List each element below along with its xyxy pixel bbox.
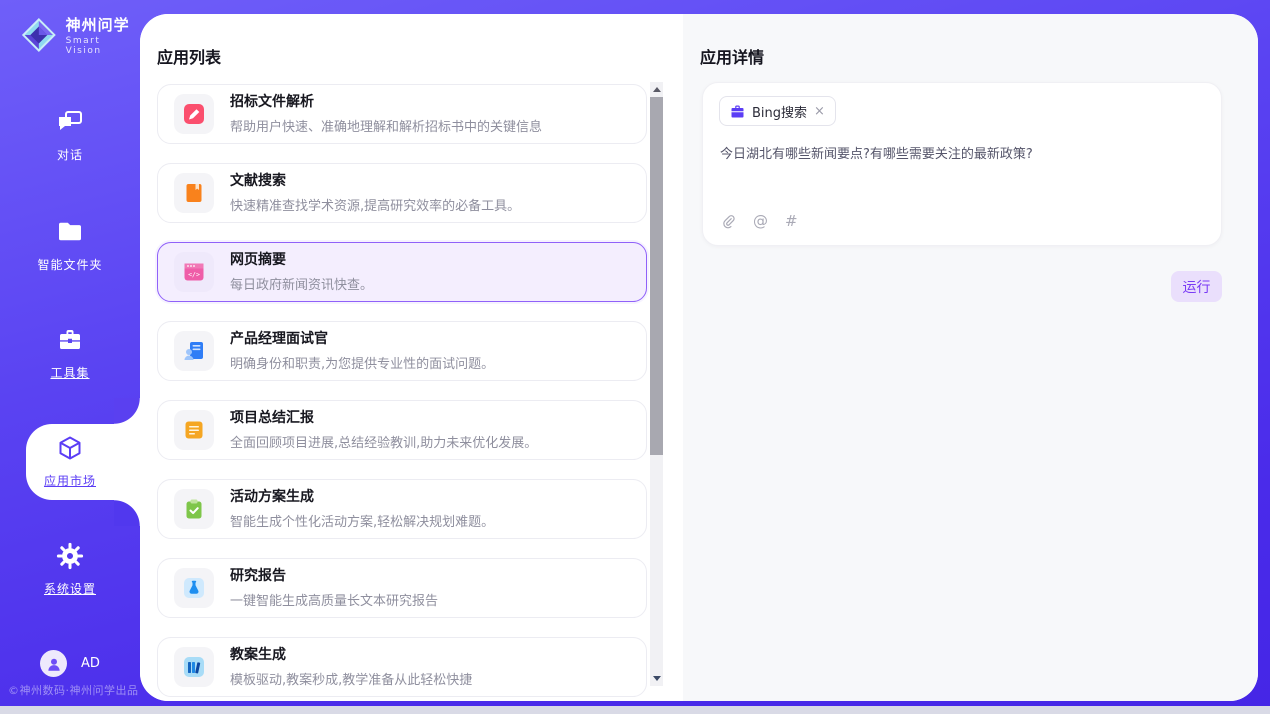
composer-toolbar: @ # <box>720 212 798 230</box>
app-card-title: 研究报告 <box>230 567 630 585</box>
brand-subtitle: Smart Vision <box>66 36 140 56</box>
copyright-text: ©神州数码·神州问学出品 <box>8 682 139 698</box>
app-logo: 神州问学 Smart Vision <box>20 14 140 56</box>
app-card-desc: 智能生成个性化活动方案,轻松解决规划难题。 <box>230 511 630 530</box>
app-card-bid-parse[interactable]: 招标文件解析 帮助用户快速、准确地理解和解析招标书中的关键信息 <box>157 84 647 144</box>
chat-icon <box>56 108 84 136</box>
app-card-project-summary[interactable]: 项目总结汇报 全面回顾项目进展,总结经验教训,助力未来优化发展。 <box>157 400 647 460</box>
app-card-title: 招标文件解析 <box>230 93 630 111</box>
sidebar-item-label: 工具集 <box>0 364 140 381</box>
user-menu[interactable]: AD <box>40 650 100 677</box>
app-list-title: 应用列表 <box>157 44 221 68</box>
attachment-icon[interactable] <box>720 213 736 229</box>
avatar <box>40 650 67 677</box>
app-card-desc: 全面回顾项目进展,总结经验教训,助力未来优化发展。 <box>230 432 630 451</box>
tool-tag-bing-search[interactable]: Bing搜索 × <box>719 96 836 126</box>
app-card-research-report[interactable]: 研究报告 一键智能生成高质量长文本研究报告 <box>157 558 647 618</box>
scroll-down-button[interactable] <box>650 671 663 686</box>
sidebar: 神州问学 Smart Vision 对话 智能文件夹 工具集 <box>0 0 140 714</box>
sidebar-item-chat[interactable]: 对话 <box>0 108 140 163</box>
main-panel: 应用列表 招标文件解析 帮助用户快速、准确地理解和解析招标书中的关键信息 <box>140 14 1258 701</box>
tool-tag-label: Bing搜索 <box>752 102 807 121</box>
folder-icon <box>56 218 84 246</box>
app-card-title: 产品经理面试官 <box>230 330 630 348</box>
scroll-up-button[interactable] <box>650 82 663 97</box>
interviewer-icon <box>174 331 214 371</box>
note-icon <box>174 410 214 450</box>
bottom-strip <box>0 706 1270 714</box>
app-card-desc: 每日政府新闻资讯快查。 <box>230 274 630 293</box>
hash-icon[interactable]: # <box>785 212 798 230</box>
sidebar-item-label: 智能文件夹 <box>0 256 140 273</box>
app-detail-title: 应用详情 <box>700 44 764 68</box>
app-card-title: 项目总结汇报 <box>230 409 630 427</box>
sidebar-item-toolset[interactable]: 工具集 <box>0 326 140 381</box>
web-browser-icon: </> <box>174 252 214 292</box>
sidebar-item-smart-folders[interactable]: 智能文件夹 <box>0 218 140 273</box>
app-card-web-summary[interactable]: </> 网页摘要 每日政府新闻资讯快查。 <box>157 242 647 302</box>
sidebar-item-label: 系统设置 <box>0 580 140 597</box>
app-card-desc: 明确身份和职责,为您提供专业性的面试问题。 <box>230 353 630 372</box>
app-card-lesson-plan[interactable]: 教案生成 模板驱动,教案秒成,教学准备从此轻松快捷 <box>157 637 647 697</box>
app-detail-pane: 应用详情 Bing搜索 × 今日湖北有哪些新闻要点?有哪些需要关注的最新政策? … <box>683 14 1258 701</box>
list-scrollbar[interactable] <box>650 82 663 686</box>
cube-icon <box>56 434 84 462</box>
sidebar-item-label: 应用市场 <box>0 472 140 489</box>
briefcase-icon <box>730 104 745 119</box>
app-card-desc: 快速精准查找学术资源,提高研究效率的必备工具。 <box>230 195 630 214</box>
close-icon[interactable]: × <box>814 105 825 118</box>
prompt-text[interactable]: 今日湖北有哪些新闻要点?有哪些需要关注的最新政策? <box>720 145 1205 165</box>
prompt-composer-card: Bing搜索 × 今日湖北有哪些新闻要点?有哪些需要关注的最新政策? @ # <box>702 82 1222 246</box>
app-card-title: 教案生成 <box>230 646 630 664</box>
run-button[interactable]: 运行 <box>1171 271 1222 302</box>
book-icon <box>174 173 214 213</box>
app-card-literature-search[interactable]: 文献搜索 快速精准查找学术资源,提高研究效率的必备工具。 <box>157 163 647 223</box>
app-card-title: 活动方案生成 <box>230 488 630 506</box>
app-card-pm-interviewer[interactable]: 产品经理面试官 明确身份和职责,为您提供专业性的面试问题。 <box>157 321 647 381</box>
clipboard-icon <box>174 489 214 529</box>
pen-icon <box>174 94 214 134</box>
books-icon <box>174 647 214 687</box>
brand-name: 神州问学 <box>66 14 140 35</box>
scrollbar-thumb[interactable] <box>650 97 663 455</box>
app-list-pane: 应用列表 招标文件解析 帮助用户快速、准确地理解和解析招标书中的关键信息 <box>140 14 683 701</box>
sidebar-item-settings[interactable]: 系统设置 <box>0 542 140 597</box>
toolbox-icon <box>56 326 84 354</box>
research-icon <box>174 568 214 608</box>
sidebar-item-label: 对话 <box>0 146 140 163</box>
app-card-event-plan[interactable]: 活动方案生成 智能生成个性化活动方案,轻松解决规划难题。 <box>157 479 647 539</box>
app-card-title: 网页摘要 <box>230 251 630 269</box>
app-card-title: 文献搜索 <box>230 172 630 190</box>
app-card-list: 招标文件解析 帮助用户快速、准确地理解和解析招标书中的关键信息 文献搜索 快速精… <box>157 84 647 701</box>
app-card-desc: 模板驱动,教案秒成,教学准备从此轻松快捷 <box>230 669 630 688</box>
mention-icon[interactable]: @ <box>753 212 768 230</box>
app-card-desc: 一键智能生成高质量长文本研究报告 <box>230 590 630 609</box>
user-initials: AD <box>81 656 100 671</box>
sidebar-item-app-market[interactable]: 应用市场 <box>0 434 140 489</box>
svg-text:</>: </> <box>188 271 200 279</box>
logo-diamond-icon <box>20 16 58 54</box>
app-card-desc: 帮助用户快速、准确地理解和解析招标书中的关键信息 <box>230 116 630 135</box>
gear-icon <box>56 542 84 570</box>
